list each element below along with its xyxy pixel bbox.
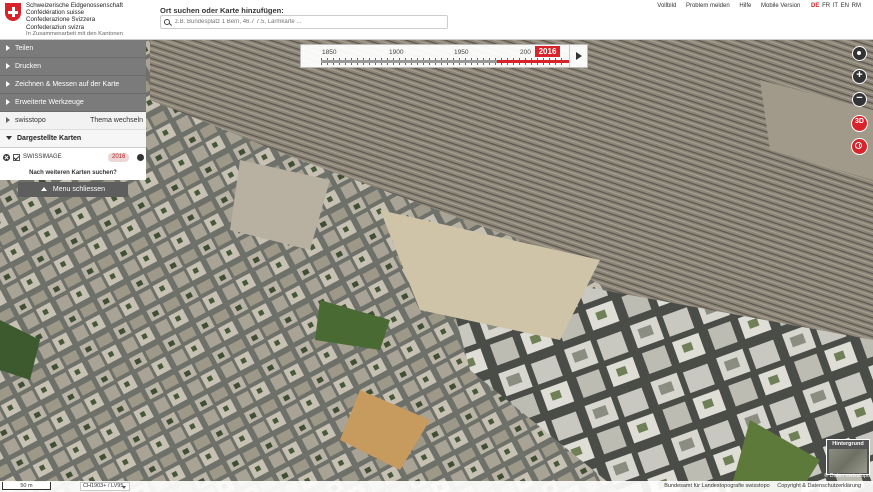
search-more-maps-link[interactable]: Nach weiteren Karten suchen? bbox=[0, 166, 146, 180]
nav-help[interactable]: Hilfe bbox=[739, 3, 751, 9]
nav-mobile-version[interactable]: Mobile Version bbox=[761, 3, 800, 9]
menu-print[interactable]: Drucken bbox=[0, 58, 146, 76]
background-thumbnail bbox=[829, 449, 867, 473]
layer-info-icon[interactable] bbox=[137, 154, 144, 161]
top-header: Schweizerische Eidgenossenschaft Confédé… bbox=[0, 0, 873, 40]
layer-row: SWISSIMAGE 2016 bbox=[0, 151, 146, 164]
layer-name: SWISSIMAGE bbox=[23, 154, 62, 160]
clock-icon bbox=[855, 142, 862, 149]
conf-rm: Confederaziun svizra bbox=[26, 23, 85, 31]
remove-layer-icon[interactable] bbox=[3, 154, 10, 161]
timeline-tick: 1850 bbox=[322, 49, 337, 56]
footer-copyright-link[interactable]: Copyright & Datenschutzerklärung bbox=[777, 483, 861, 489]
menu-share-label: Teilen bbox=[15, 45, 34, 52]
search-input[interactable] bbox=[175, 17, 445, 27]
compass-button[interactable] bbox=[852, 46, 867, 61]
background-switcher[interactable]: Hintergrund bbox=[826, 439, 870, 475]
layer-visibility-checkbox[interactable] bbox=[13, 154, 20, 161]
scale-bar: 50 m bbox=[2, 482, 51, 490]
compass-icon bbox=[857, 51, 861, 55]
footer-bar: CH1903+ / LV95 Bundesamt für Landestopog… bbox=[0, 481, 873, 492]
menu-advanced-tools[interactable]: Erweiterte Werkzeuge bbox=[0, 94, 146, 112]
timeline-current-year[interactable]: 2016 bbox=[535, 46, 560, 57]
conf-fr: Confédération suisse bbox=[26, 9, 85, 17]
nav-fullscreen[interactable]: Vollbild bbox=[657, 3, 676, 9]
menu-tools-label: Erweiterte Werkzeuge bbox=[15, 99, 84, 106]
chevron-right-icon bbox=[6, 63, 10, 70]
footer-links: Bundesamt für Landestopografie swisstopo… bbox=[658, 483, 861, 489]
menu-share[interactable]: Teilen bbox=[0, 40, 146, 58]
theme-change-link[interactable]: Thema wechseln bbox=[90, 112, 143, 130]
timeline-tick: 1950 bbox=[454, 49, 469, 56]
chevron-right-icon bbox=[6, 45, 10, 52]
language-switcher: DE FR IT EN RM bbox=[810, 3, 861, 9]
chevron-up-icon bbox=[40, 187, 47, 192]
menu-displayed-maps[interactable]: Dargestellte Karten bbox=[0, 130, 146, 148]
zoom-in-button[interactable]: + bbox=[852, 69, 867, 84]
menu-draw-measure[interactable]: Zeichnen & Messen auf der Karte bbox=[0, 76, 146, 94]
chevron-right-icon bbox=[6, 81, 10, 88]
close-menu-button[interactable]: Menu schliessen bbox=[18, 182, 128, 197]
background-label: Hintergrund bbox=[832, 441, 864, 447]
lang-it[interactable]: IT bbox=[833, 3, 838, 9]
lang-en[interactable]: EN bbox=[841, 3, 849, 9]
side-menu: Teilen Drucken Zeichnen & Messen auf der… bbox=[0, 40, 146, 180]
menu-theme[interactable]: swisstopo Thema wechseln bbox=[0, 112, 146, 130]
search-icon bbox=[164, 19, 170, 25]
menu-draw-label: Zeichnen & Messen auf der Karte bbox=[15, 81, 120, 88]
timeline-tick: 1900 bbox=[389, 49, 404, 56]
confederation-names: Schweizerische Eidgenossenschaft Confédé… bbox=[26, 2, 123, 31]
menu-print-label: Drucken bbox=[15, 63, 42, 70]
footer-swisstopo-link[interactable]: Bundesamt für Landestopografie swisstopo bbox=[664, 483, 769, 489]
data-credit[interactable]: © Daten:swisstopo bbox=[824, 473, 870, 479]
projection-select[interactable]: CH1903+ / LV95 bbox=[80, 482, 130, 491]
3d-button[interactable]: 3D bbox=[851, 115, 868, 132]
chevron-down-icon bbox=[6, 136, 12, 141]
lang-fr[interactable]: FR bbox=[822, 3, 830, 9]
theme-name: swisstopo bbox=[15, 117, 46, 124]
zoom-out-button[interactable]: − bbox=[852, 92, 867, 107]
lang-rm[interactable]: RM bbox=[852, 3, 861, 9]
close-menu-label: Menu schliessen bbox=[52, 186, 106, 193]
conf-de: Schweizerische Eidgenossenschaft bbox=[26, 2, 123, 9]
layer-year-badge[interactable]: 2016 bbox=[108, 153, 130, 162]
chevron-right-icon bbox=[6, 99, 10, 106]
time-slider[interactable]: 1850 1900 1950 200 2016 bbox=[300, 44, 588, 68]
displayed-maps-title: Dargestellte Karten bbox=[17, 135, 82, 142]
nav-report-problem[interactable]: Problem melden bbox=[686, 3, 730, 9]
top-navigation: Vollbild Problem melden Hilfe Mobile Ver… bbox=[649, 3, 861, 9]
timeline-track[interactable] bbox=[321, 60, 569, 63]
swiss-flag-logo[interactable] bbox=[5, 3, 21, 21]
play-button[interactable] bbox=[569, 45, 588, 67]
cooperation-text: In Zusammenarbeit mit den Kantonen bbox=[26, 31, 123, 37]
layer-list: SWISSIMAGE 2016 bbox=[0, 148, 146, 166]
conf-it: Confederazione Svizzera bbox=[26, 16, 96, 24]
lang-de[interactable]: DE bbox=[811, 3, 819, 9]
search-title: Ort suchen oder Karte hinzufügen: bbox=[160, 6, 284, 15]
timeline-tick: 200 bbox=[520, 49, 531, 56]
chevron-right-icon bbox=[6, 117, 10, 124]
time-travel-button[interactable] bbox=[851, 138, 868, 155]
timeline-available-range bbox=[497, 60, 569, 63]
search-box[interactable] bbox=[160, 15, 448, 29]
